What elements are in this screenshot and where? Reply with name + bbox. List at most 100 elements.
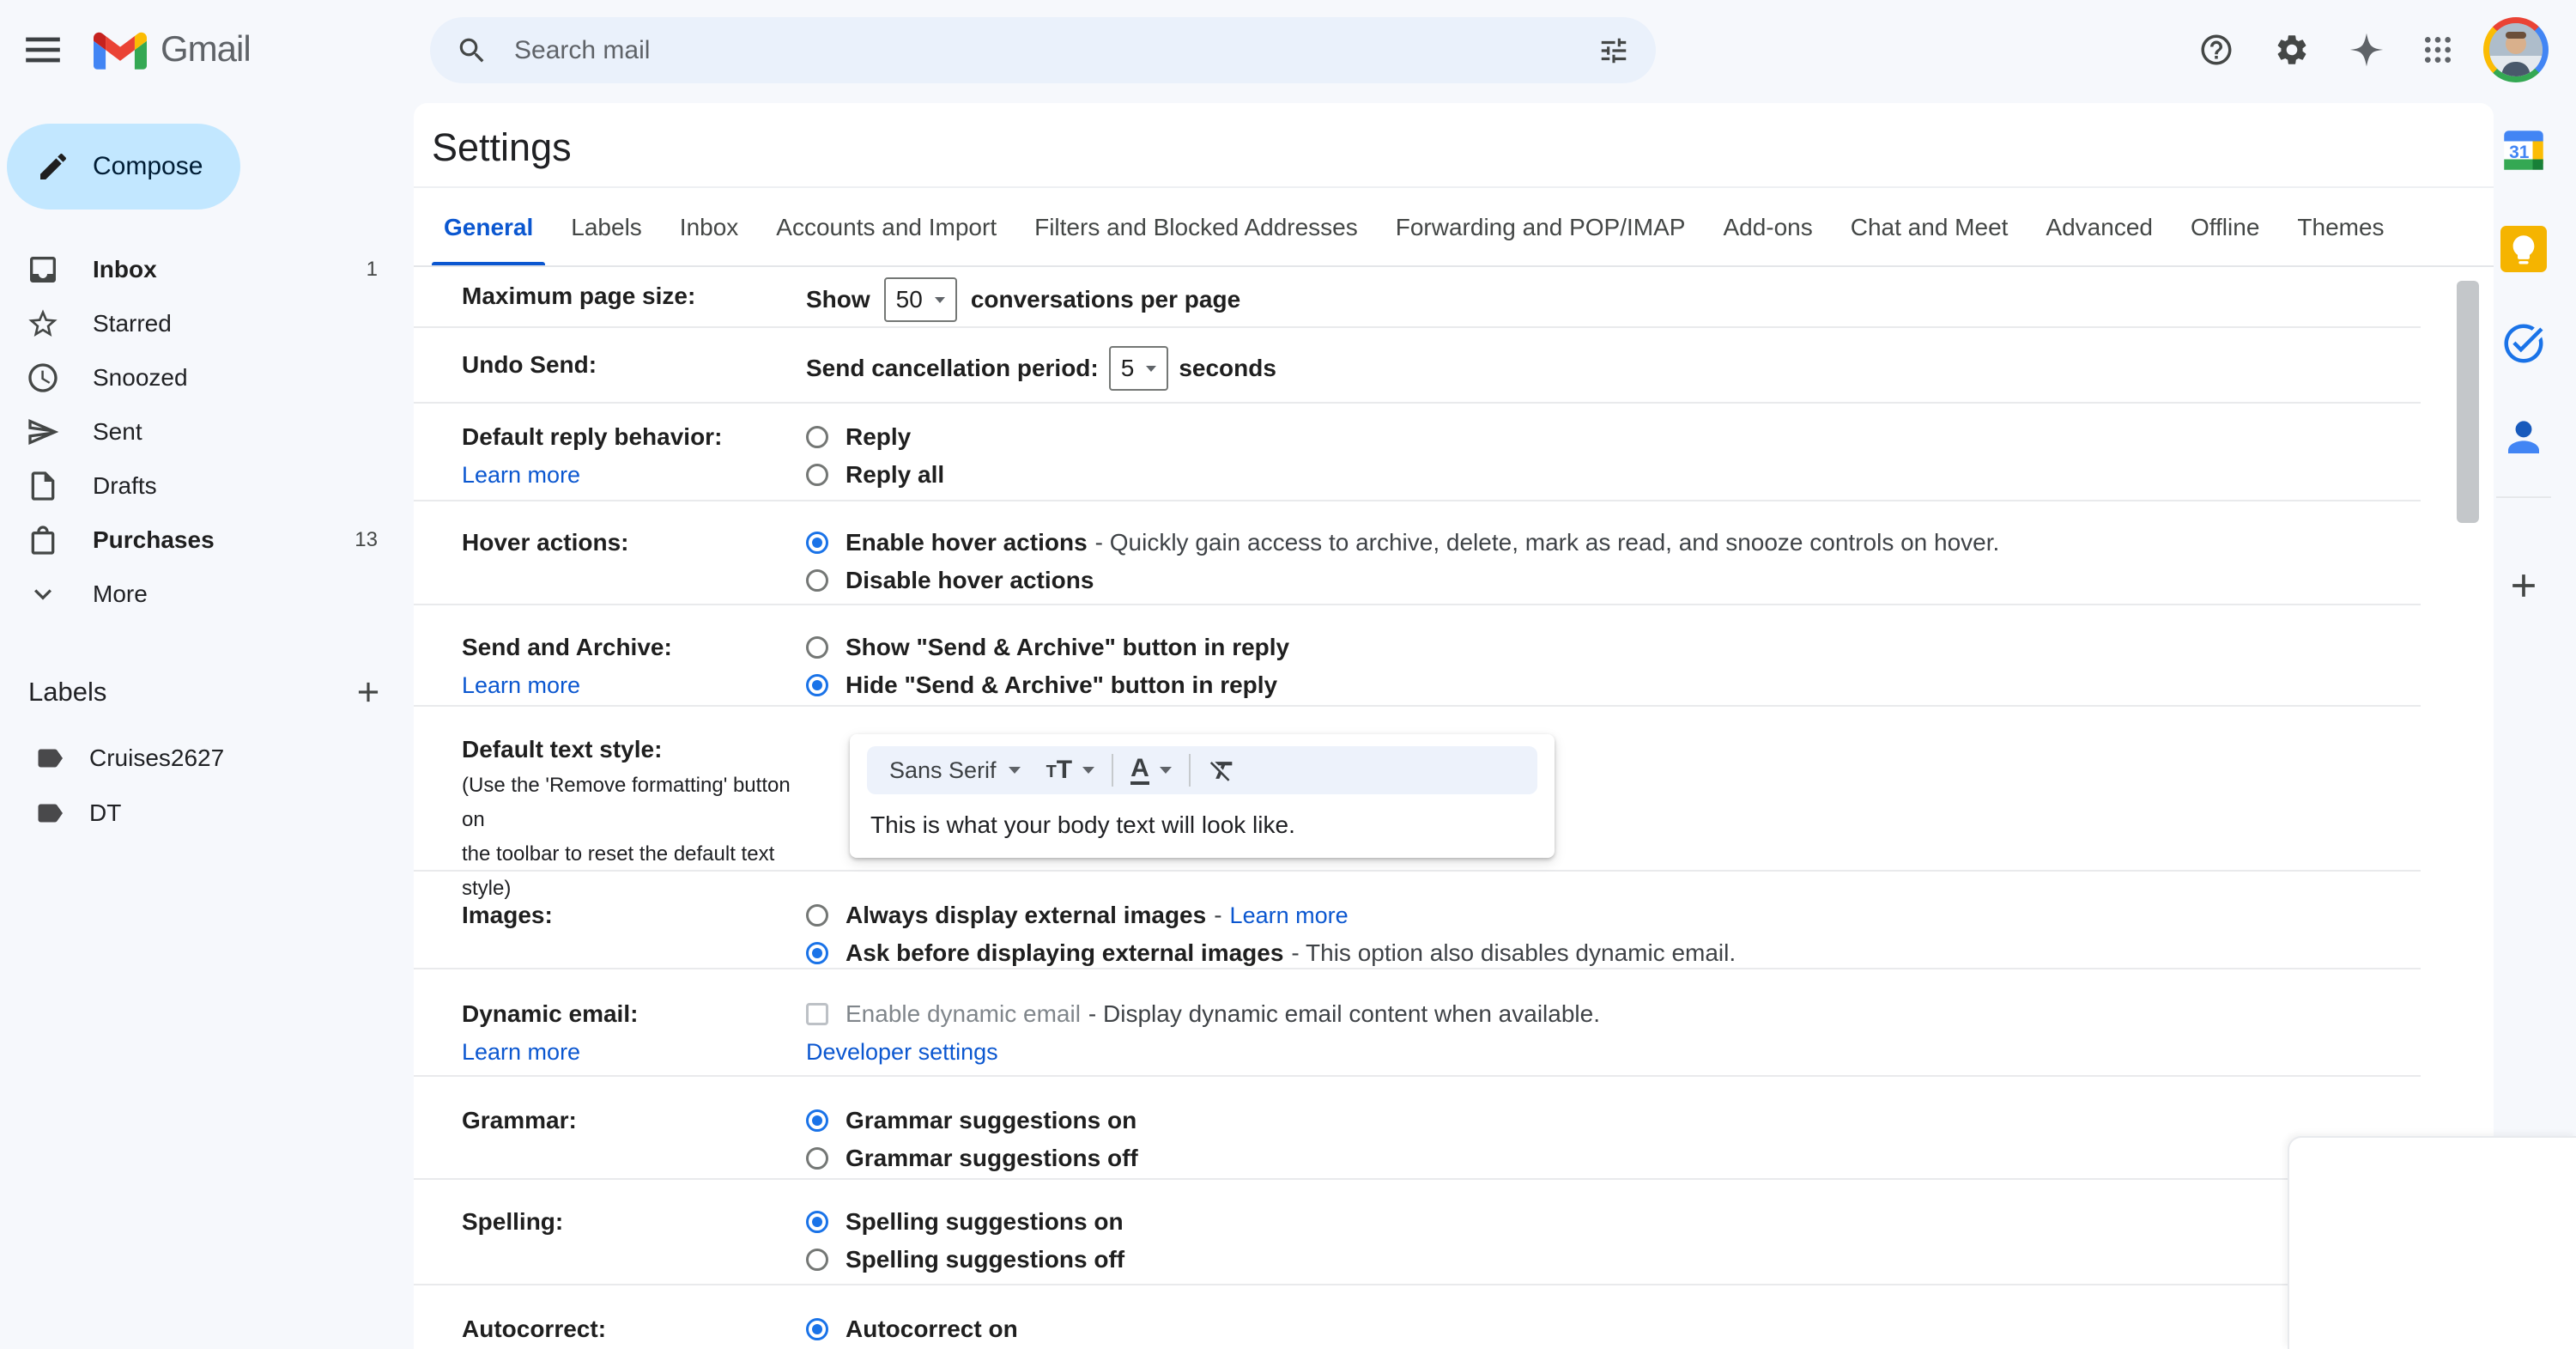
tab-inbox[interactable]: Inbox — [668, 188, 751, 267]
sidebar-item-label: More — [93, 580, 148, 608]
sidebar-item-purchases[interactable]: Purchases 13 — [0, 513, 403, 567]
radio-grammar-on[interactable] — [806, 1109, 828, 1132]
tab-chat-and-meet[interactable]: Chat and Meet — [1839, 188, 2021, 267]
get-add-ons-button[interactable] — [2496, 558, 2551, 613]
keep-panel-button[interactable] — [2496, 222, 2551, 276]
gmail-settings-page: Gmail — [0, 0, 2576, 1349]
chevron-down-icon[interactable] — [1082, 767, 1094, 774]
menu-icon — [24, 34, 62, 65]
toolbar-divider — [1189, 754, 1191, 787]
compose-pencil-icon — [36, 149, 70, 184]
radio-always-display-images[interactable] — [806, 904, 828, 927]
page-size-select[interactable]: 50 — [884, 277, 957, 322]
row-default-text-style: Default text style: (Use the 'Remove for… — [414, 707, 2421, 872]
checkbox-enable-dynamic-email[interactable] — [806, 1003, 828, 1025]
tab-filters-and-blocked-addresses[interactable]: Filters and Blocked Addresses — [1022, 188, 1370, 267]
learn-more-link[interactable]: Learn more — [462, 1033, 806, 1071]
tab-add-ons[interactable]: Add-ons — [1711, 188, 1824, 267]
learn-more-link[interactable]: Learn more — [462, 456, 806, 494]
sidebar-item-more[interactable]: More — [0, 567, 403, 621]
row-maximum-page-size: Maximum page size: Show 50 conversations… — [414, 266, 2421, 328]
font-size-icon[interactable]: TT — [1046, 757, 1073, 783]
row-grammar: Grammar: Grammar suggestions on Grammar … — [414, 1077, 2421, 1180]
font-family-dropdown[interactable]: Sans Serif — [889, 757, 997, 784]
clock-icon — [26, 361, 60, 395]
option-description: - Display dynamic email content when ava… — [1088, 995, 1600, 1033]
sidebar-item-drafts[interactable]: Drafts — [0, 459, 403, 513]
row-label: Images: — [462, 896, 806, 934]
tasks-panel-button[interactable] — [2496, 316, 2551, 371]
text-color-icon[interactable]: A — [1130, 756, 1149, 785]
sidebar-item-snoozed[interactable]: Snoozed — [0, 350, 403, 404]
tab-offline[interactable]: Offline — [2179, 188, 2271, 267]
tab-general[interactable]: General — [432, 188, 545, 267]
chevron-down-icon[interactable] — [1009, 767, 1021, 774]
toolbar-divider — [1112, 754, 1113, 787]
sidebar-item-label: Purchases — [93, 526, 215, 554]
sidebar-item-sent[interactable]: Sent — [0, 404, 403, 459]
calendar-panel-button[interactable]: 31 — [2496, 123, 2551, 178]
row-label: Undo Send: — [462, 346, 806, 384]
radio-reply[interactable] — [806, 426, 828, 448]
row-dynamic-email: Dynamic email: Learn more Enable dynamic… — [414, 969, 2421, 1077]
keep-icon — [2500, 226, 2547, 272]
remove-formatting-icon[interactable] — [1208, 756, 1237, 785]
label-tag-icon — [34, 743, 65, 774]
chevron-down-icon — [26, 577, 60, 611]
radio-reply-all[interactable] — [806, 464, 828, 486]
account-avatar[interactable] — [2483, 17, 2549, 82]
sidebar-item-inbox[interactable]: Inbox 1 — [0, 242, 403, 296]
sidebar-label-dt[interactable]: DT — [0, 786, 403, 840]
compose-button[interactable]: Compose — [7, 124, 240, 210]
menu-button[interactable] — [12, 19, 74, 81]
vertical-scrollbar-thumb[interactable] — [2457, 281, 2479, 523]
radio-spelling-off[interactable] — [806, 1249, 828, 1271]
contacts-panel-button[interactable] — [2496, 410, 2551, 465]
gmail-logo[interactable]: Gmail — [94, 28, 251, 70]
learn-more-link[interactable]: Learn more — [462, 666, 806, 704]
tab-accounts-and-import[interactable]: Accounts and Import — [764, 188, 1009, 267]
chevron-down-icon[interactable] — [1160, 767, 1172, 774]
add-label-button[interactable] — [348, 671, 389, 713]
search-bar[interactable] — [430, 17, 1656, 83]
sidebar-item-starred[interactable]: Starred — [0, 296, 403, 350]
radio-show-send-archive[interactable] — [806, 636, 828, 659]
labels-title: Labels — [28, 677, 106, 708]
radio-enable-hover-actions[interactable] — [806, 532, 828, 554]
help-button[interactable] — [2185, 19, 2247, 81]
radio-grammar-off[interactable] — [806, 1147, 828, 1170]
star-icon — [26, 307, 60, 341]
tab-themes[interactable]: Themes — [2285, 188, 2396, 267]
tasks-icon — [2500, 320, 2547, 367]
inbox-count-badge: 1 — [367, 258, 378, 282]
gemini-sparkle-icon — [2349, 32, 2385, 68]
tab-advanced[interactable]: Advanced — [2034, 188, 2165, 267]
radio-hide-send-archive[interactable] — [806, 674, 828, 696]
calendar-icon: 31 — [2500, 126, 2548, 174]
radio-spelling-on[interactable] — [806, 1211, 828, 1233]
settings-button[interactable] — [2261, 19, 2323, 81]
sidebar-label-cruises2627[interactable]: Cruises2627 — [0, 731, 403, 785]
radio-disable-hover-actions[interactable] — [806, 569, 828, 592]
popup-panel — [2288, 1136, 2576, 1349]
learn-more-link[interactable]: Learn more — [1230, 896, 1349, 934]
row-label: Grammar: — [462, 1102, 806, 1139]
avatar-photo — [2489, 23, 2543, 76]
developer-settings-link[interactable]: Developer settings — [806, 1033, 998, 1071]
cancellation-period-select[interactable]: 5 — [1109, 346, 1169, 391]
page-size-suffix: conversations per page — [971, 281, 1240, 319]
apps-button[interactable] — [2407, 19, 2469, 81]
apps-grid-icon — [2421, 33, 2455, 67]
tab-forwarding-and-pop-imap[interactable]: Forwarding and POP/IMAP — [1384, 188, 1698, 267]
settings-panel: Settings General Labels Inbox Accounts a… — [414, 103, 2494, 1349]
tune-icon[interactable] — [1597, 34, 1630, 67]
label-name: DT — [89, 799, 121, 827]
search-input[interactable] — [512, 35, 1597, 66]
radio-ask-before-displaying-images[interactable] — [806, 942, 828, 964]
radio-autocorrect-on[interactable] — [806, 1318, 828, 1340]
search-icon[interactable] — [456, 34, 488, 67]
send-icon — [26, 415, 60, 449]
text-style-toolbar: Sans Serif TT A — [867, 746, 1537, 794]
gemini-button[interactable] — [2336, 19, 2397, 81]
tab-labels[interactable]: Labels — [559, 188, 654, 267]
